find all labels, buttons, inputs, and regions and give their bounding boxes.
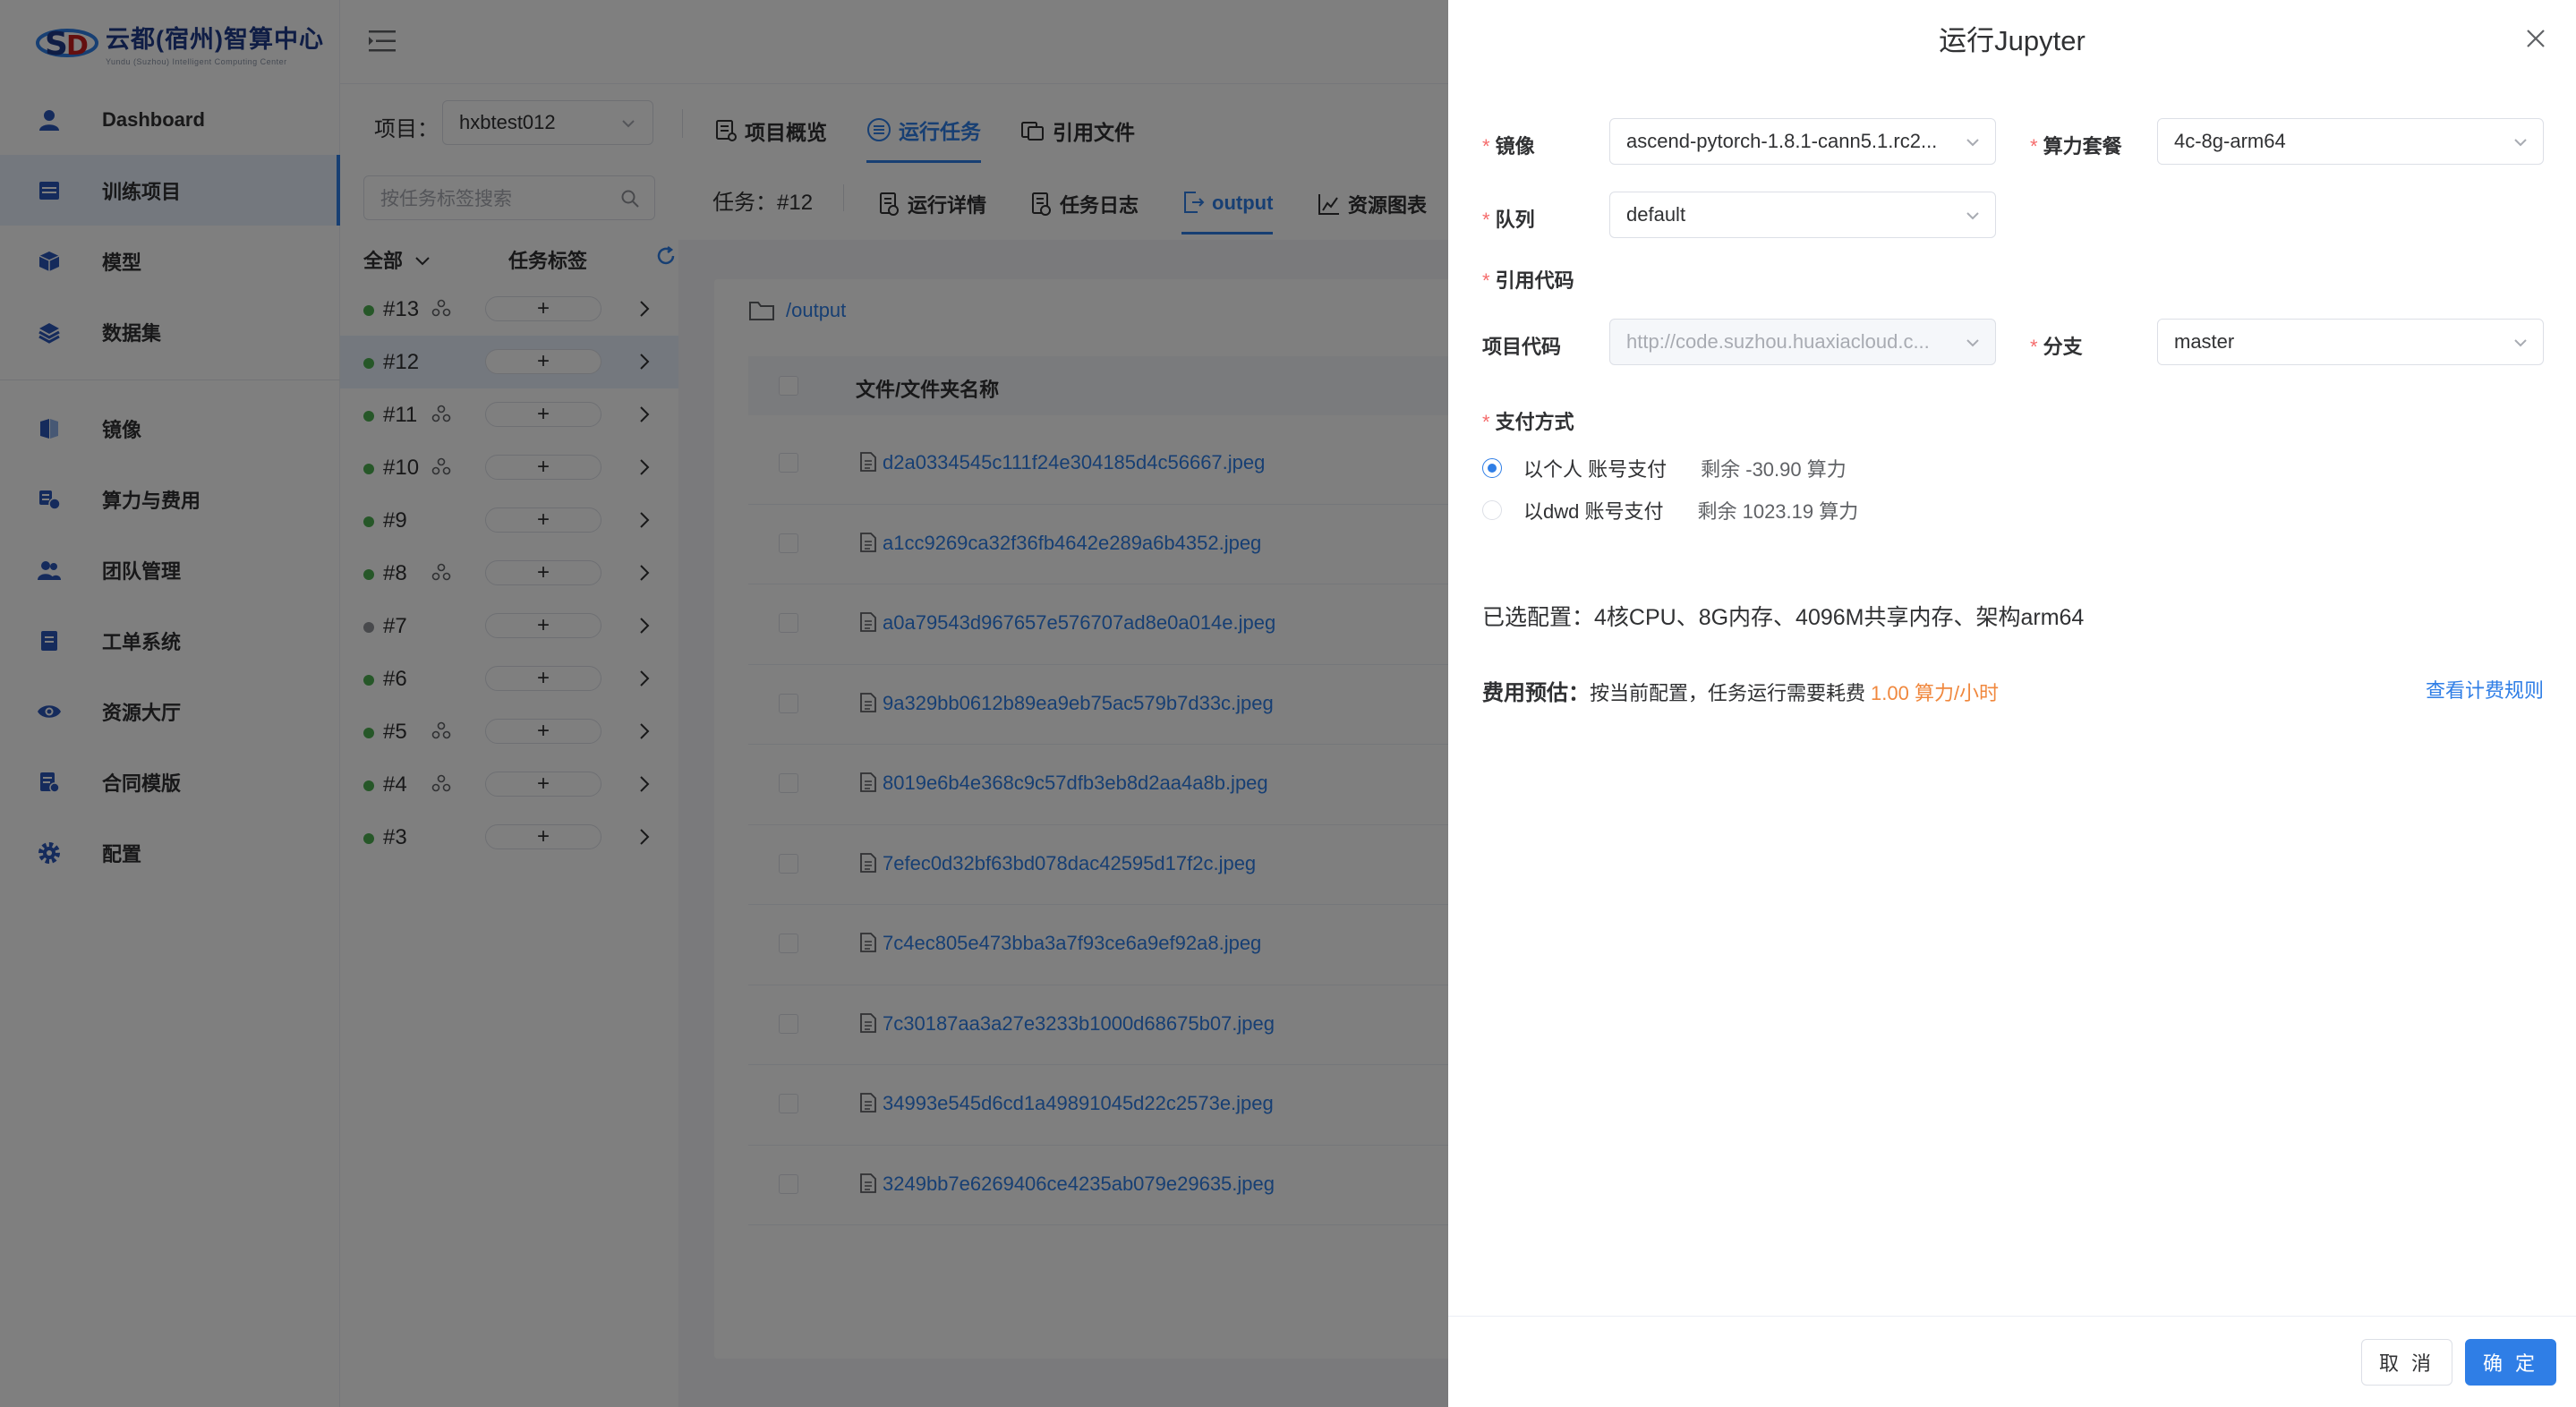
branch-field-label: * 分支 bbox=[2030, 336, 2083, 358]
drawer-title: 运行Jupyter bbox=[1939, 25, 2086, 56]
payment-option-personal[interactable]: 以个人 账号支付 剩余 -30.90 算力 bbox=[1482, 453, 1847, 483]
chevron-down-icon bbox=[1966, 339, 1979, 347]
image-field-label: * 镜像 bbox=[1482, 135, 1535, 158]
run-jupyter-drawer: 运行Jupyter * 镜像 ascend-pytorch-1.8.1-cann5… bbox=[1448, 0, 2576, 1407]
branch-select[interactable]: master bbox=[2157, 319, 2544, 365]
package-field-label: * 算力套餐 bbox=[2030, 135, 2122, 158]
project-code-select: http://code.suzhou.huaxiacloud.c... bbox=[1609, 319, 1996, 365]
code-ref-section-label: * 引用代码 bbox=[1482, 269, 1574, 292]
fee-estimate-text: 按当前配置，任务运行需要耗费 bbox=[1590, 682, 1866, 704]
fee-estimate-value: 1.00 算力/小时 bbox=[1871, 682, 2000, 704]
payment-method-label: * 支付方式 bbox=[1482, 411, 1574, 433]
queue-field-label: * 队列 bbox=[1482, 209, 1535, 231]
chevron-down-icon bbox=[1966, 139, 1979, 147]
modal-overlay[interactable] bbox=[0, 0, 1448, 1407]
cancel-button[interactable]: 取 消 bbox=[2361, 1339, 2452, 1386]
chevron-down-icon bbox=[2514, 339, 2527, 347]
chevron-down-icon bbox=[2514, 139, 2527, 147]
compute-package-select[interactable]: 4c-8g-arm64 bbox=[2157, 118, 2544, 165]
image-select-value: ascend-pytorch-1.8.1-cann5.1.rc2... bbox=[1626, 130, 1938, 152]
code-ref-label-text: 引用代码 bbox=[1495, 269, 1574, 292]
payment-option-dwd[interactable]: 以dwd 账号支付 剩余 1023.19 算力 bbox=[1482, 495, 1858, 525]
fee-estimate: 费用预估： 按当前配置，任务运行需要耗费 1.00 算力/小时 bbox=[1482, 675, 1999, 706]
queue-select-value: default bbox=[1626, 203, 1686, 226]
payment-option-remaining: 剩余 1023.19 算力 bbox=[1697, 500, 1859, 523]
payment-option-label: 以个人 账号支付 bbox=[1523, 458, 1668, 481]
project-code-label: 项目代码 bbox=[1482, 336, 1562, 358]
queue-label-text: 队列 bbox=[1495, 209, 1535, 231]
payment-label-text: 支付方式 bbox=[1495, 411, 1574, 433]
package-select-value: 4c-8g-arm64 bbox=[2174, 130, 2286, 152]
selected-config-summary: 已选配置：4核CPU、8G内存、4096M共享内存、架构arm64 bbox=[1482, 605, 2085, 630]
chevron-down-icon bbox=[1966, 212, 1979, 220]
view-billing-rules-link[interactable]: 查看计费规则 bbox=[2426, 675, 2544, 704]
confirm-button[interactable]: 确 定 bbox=[2465, 1339, 2556, 1386]
radio-selected[interactable] bbox=[1482, 458, 1502, 478]
fee-estimate-label: 费用预估： bbox=[1482, 681, 1590, 705]
payment-option-label: 以dwd 账号支付 bbox=[1523, 500, 1664, 523]
image-select[interactable]: ascend-pytorch-1.8.1-cann5.1.rc2... bbox=[1609, 118, 1996, 165]
radio-unselected[interactable] bbox=[1482, 500, 1502, 520]
project-code-value: http://code.suzhou.huaxiacloud.c... bbox=[1626, 330, 1930, 353]
package-label-text: 算力套餐 bbox=[2043, 135, 2122, 158]
branch-select-value: master bbox=[2174, 330, 2235, 353]
payment-option-remaining: 剩余 -30.90 算力 bbox=[1701, 458, 1847, 481]
image-label-text: 镜像 bbox=[1495, 135, 1535, 158]
close-icon[interactable] bbox=[2524, 27, 2547, 50]
queue-select[interactable]: default bbox=[1609, 192, 1996, 238]
branch-label-text: 分支 bbox=[2043, 336, 2083, 358]
